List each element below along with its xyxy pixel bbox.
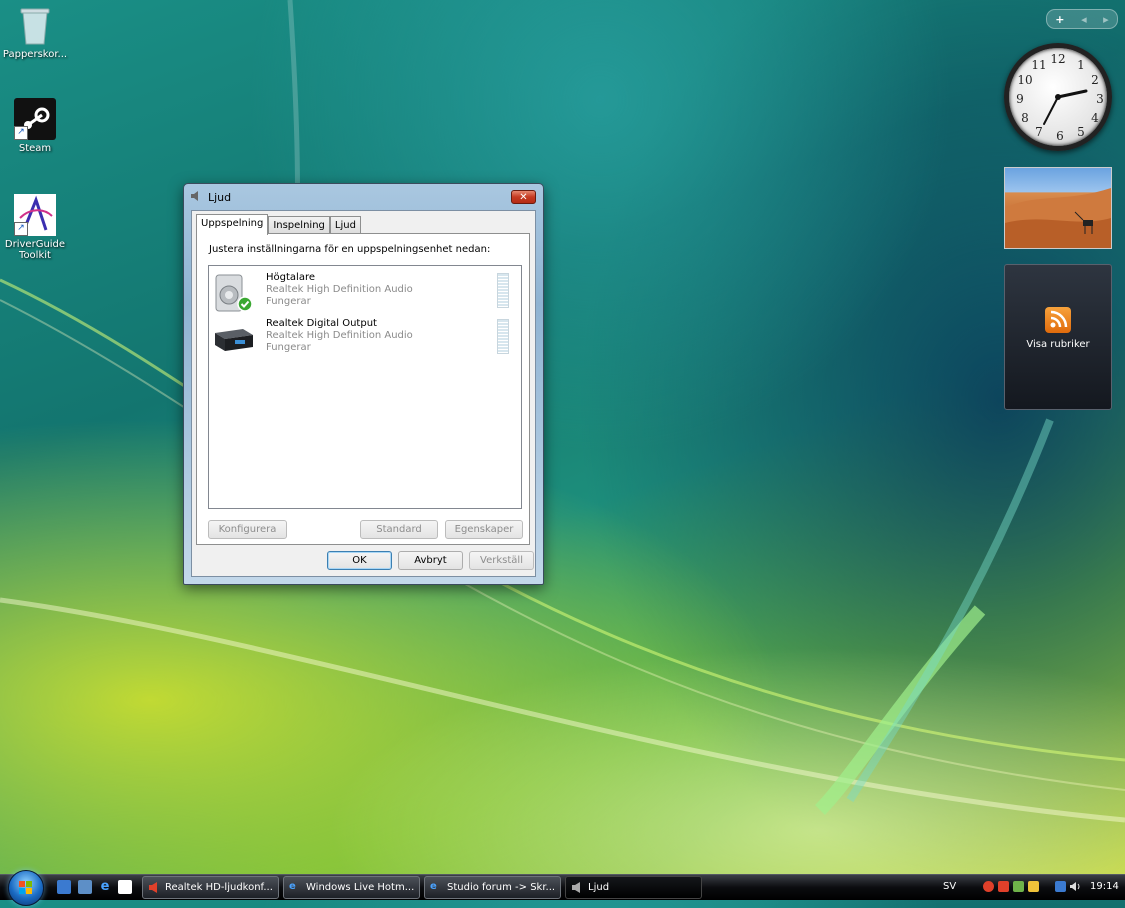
tab-recording[interactable]: Inspelning (268, 216, 330, 234)
taskbar-item-label: Ljud (588, 882, 610, 893)
desktop-icon-label: Steam (18, 143, 52, 154)
taskbar-item-label: Windows Live Hotm... (306, 882, 415, 893)
device-status: Fungerar (266, 296, 311, 307)
recycle-bin-icon (14, 4, 56, 46)
sidebar-add-button[interactable]: + (1055, 13, 1064, 26)
wallpaper-swoosh (0, 0, 1125, 823)
tab-playback[interactable]: Uppspelning (196, 214, 269, 235)
internet-explorer-icon: e (430, 881, 437, 892)
volume-meter (497, 273, 509, 308)
close-button[interactable]: ✕ (511, 190, 536, 204)
desktop-icon-steam[interactable]: ↗ Steam (1, 98, 69, 154)
internet-explorer-icon[interactable]: e (98, 880, 112, 894)
desktop-icon-label: Papperskor... (2, 49, 68, 60)
sound-dialog: Ljud ✕ Uppspelning Inspelning Ljud Juste… (183, 183, 544, 585)
feed-label[interactable]: Visa rubriker (1005, 339, 1111, 350)
desktop-icon-recycle-bin[interactable]: Papperskor... (1, 4, 69, 60)
show-desktop-icon[interactable] (57, 880, 71, 894)
taskbar-clock[interactable]: 19:14 (1090, 881, 1119, 892)
internet-explorer-icon: e (289, 881, 296, 892)
desktop-icon-label: DriverGuide Toolkit (4, 239, 66, 261)
device-name: Högtalare (266, 272, 315, 283)
device-driver: Realtek High Definition Audio (266, 284, 413, 295)
slideshow-gadget[interactable] (1004, 167, 1112, 249)
language-indicator[interactable]: SV (943, 881, 956, 892)
digital-output-icon (213, 319, 253, 359)
taskbar-item-label: Studio forum -> Skr... (447, 882, 556, 893)
taskbar-item-sound[interactable]: Ljud (565, 876, 702, 899)
shortcut-arrow-icon: ↗ (14, 222, 28, 236)
rss-icon (1045, 307, 1071, 333)
shortcut-arrow-icon: ↗ (14, 126, 28, 140)
connection-tray-icon[interactable] (1055, 881, 1066, 892)
sidebar-next-button[interactable]: ▸ (1103, 13, 1109, 26)
device-status: Fungerar (266, 342, 311, 353)
error-tray-icon[interactable] (983, 881, 994, 892)
driverguide-icon: ↗ (14, 194, 56, 236)
start-button[interactable] (8, 870, 44, 906)
network-tray-icon[interactable] (1013, 881, 1024, 892)
switch-windows-icon[interactable] (78, 880, 92, 894)
panel-description: Justera inställningarna för en uppspelni… (209, 244, 491, 255)
realtek-tray-icon[interactable] (998, 881, 1009, 892)
set-default-button[interactable]: Standard (360, 520, 438, 539)
driverguide-quicklaunch-icon[interactable] (118, 880, 132, 894)
apply-button[interactable]: Verkställ (469, 551, 534, 570)
configure-button[interactable]: Konfigurera (208, 520, 287, 539)
dialog-client: Uppspelning Inspelning Ljud Justera inst… (191, 210, 536, 577)
taskbar-item-realtek[interactable]: Realtek HD-ljudkonf... (142, 876, 279, 899)
volume-tray-icon[interactable] (1070, 881, 1081, 892)
speaker-red-icon (148, 881, 161, 894)
device-driver: Realtek High Definition Audio (266, 330, 413, 341)
speaker-icon (571, 881, 584, 894)
taskbar: e Realtek HD-ljudkonf... e Windows Live … (0, 870, 1125, 906)
speakers-icon (213, 273, 253, 313)
sidebar-controls: + ◂ ▸ (1046, 9, 1118, 29)
desktop-icon-driverguide[interactable]: ↗ DriverGuide Toolkit (1, 194, 69, 261)
sidebar-prev-button[interactable]: ◂ (1081, 13, 1087, 26)
dialog-title: Ljud (208, 190, 232, 204)
taskbar-item-studio-forum[interactable]: e Studio forum -> Skr... (424, 876, 561, 899)
tab-strip: Uppspelning Inspelning Ljud (196, 214, 361, 235)
tab-sounds[interactable]: Ljud (329, 216, 361, 234)
volume-meter (497, 319, 509, 354)
properties-button[interactable]: Egenskaper (445, 520, 523, 539)
clock-hands (1043, 89, 1088, 125)
taskbar-item-label: Realtek HD-ljudkonf... (165, 882, 273, 893)
device-item-digital-output[interactable]: Realtek Digital Output Realtek High Defi… (211, 315, 517, 359)
warning-tray-icon[interactable] (1028, 881, 1039, 892)
ok-button[interactable]: OK (327, 551, 392, 570)
steam-icon: ↗ (14, 98, 56, 140)
device-list: Högtalare Realtek High Definition Audio … (208, 265, 522, 509)
device-item-speakers[interactable]: Högtalare Realtek High Definition Audio … (211, 269, 517, 313)
feed-headlines-gadget[interactable]: Visa rubriker (1004, 264, 1112, 410)
device-name: Realtek Digital Output (266, 318, 377, 329)
speaker-icon (190, 190, 202, 205)
desert-photo (1005, 188, 1111, 248)
clock-gadget[interactable]: 12 1 2 3 4 5 6 7 8 9 10 11 (1004, 43, 1112, 151)
playback-panel: Justera inställningarna för en uppspelni… (196, 233, 530, 545)
dialog-titlebar[interactable]: Ljud (184, 184, 543, 210)
taskbar-item-hotmail[interactable]: e Windows Live Hotm... (283, 876, 420, 899)
cancel-button[interactable]: Avbryt (398, 551, 463, 570)
